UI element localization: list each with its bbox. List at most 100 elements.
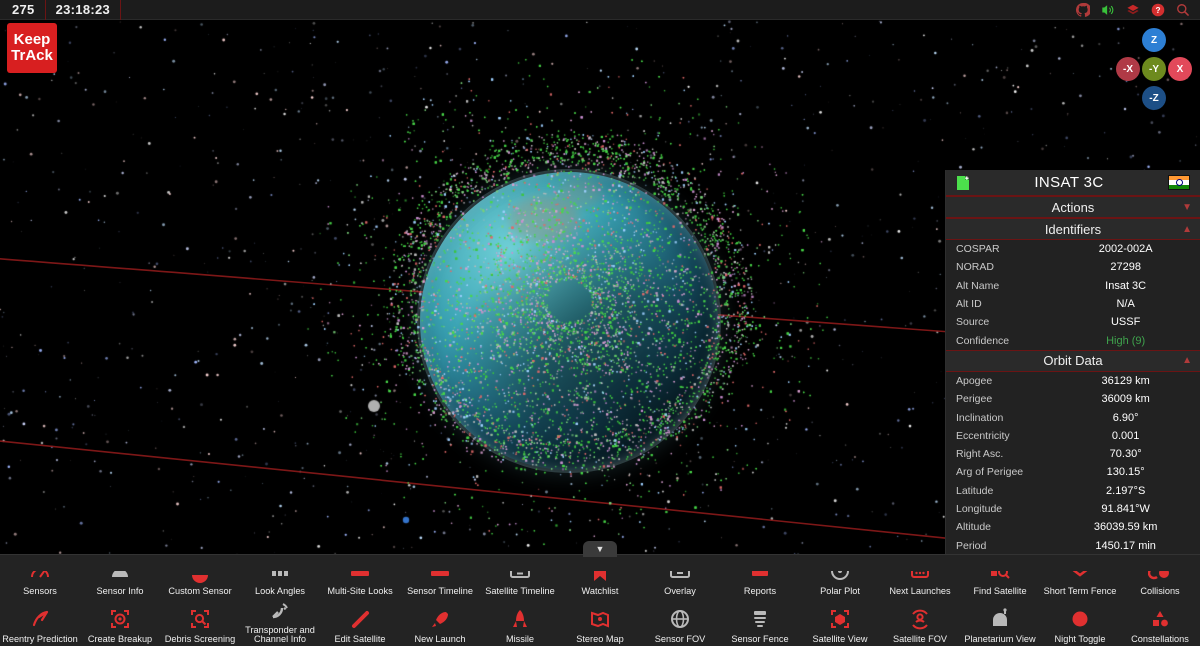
orbit-row: Latitude 2.197°S — [946, 482, 1200, 500]
toolbar-item-edit-satellite[interactable]: Edit Satellite — [320, 598, 400, 646]
toolbar-item-label: Stereo Map — [576, 634, 624, 645]
clock-time[interactable]: 23:18:23 — [46, 0, 122, 20]
app-logo[interactable]: Keep TrAck — [7, 23, 57, 73]
toolbar-item-constellations[interactable]: Constellations — [1120, 598, 1200, 646]
toolbar-item-label: Debris Screening — [164, 634, 236, 645]
toolbar-item-label: Find Satellite — [973, 586, 1027, 597]
overlay-icon — [668, 571, 692, 585]
axis-neg-y-button[interactable]: -Y — [1142, 57, 1166, 81]
add-note-icon[interactable] — [956, 175, 970, 191]
toolbar-item-stereo-map[interactable]: Stereo Map — [560, 598, 640, 646]
toolbar-item-find-satellite[interactable]: Find Satellite — [960, 558, 1040, 598]
orbit-row: Apogee 36129 km — [946, 372, 1200, 390]
toolbar-item-custom-sensor[interactable]: Custom Sensor — [160, 558, 240, 598]
toolbar-item-label: Polar Plot — [820, 586, 860, 597]
chevron-up-icon[interactable]: ▲ — [1182, 355, 1192, 366]
orbit-key: Eccentricity — [956, 429, 1010, 442]
orbit-key: Altitude — [956, 521, 992, 534]
toolbar-item-next-launches[interactable]: Next Launches — [880, 558, 960, 598]
orbit-key: Inclination — [956, 411, 1004, 424]
find-satellite-icon — [988, 571, 1012, 585]
toolbar-item-satellite-view[interactable]: Satellite View — [800, 598, 880, 646]
identifier-key: Alt ID — [956, 298, 982, 311]
toolbar-item-satellite-timeline[interactable]: Satellite Timeline — [480, 558, 560, 598]
identifier-value: Insat 3C — [1105, 279, 1147, 292]
toolbar-item-label: Multi-Site Looks — [327, 586, 393, 597]
toolbar-item-sensor-fov[interactable]: Sensor FOV — [640, 598, 720, 646]
toolbar-item-sensor-info[interactable]: Sensor Info — [80, 558, 160, 598]
toolbar-item-polar-plot[interactable]: Polar Plot — [800, 558, 880, 598]
chevron-up-icon[interactable]: ▲ — [1182, 224, 1192, 235]
orbit-value: 1450.17 min — [1095, 539, 1156, 552]
toolbar-item-multi-site-looks[interactable]: Multi-Site Looks — [320, 558, 400, 598]
search-icon[interactable] — [1176, 3, 1190, 17]
reports-icon — [748, 571, 772, 585]
identifier-row: Confidence High (9) — [946, 331, 1200, 349]
toolbar-item-sensor-fence[interactable]: Sensor Fence — [720, 598, 800, 646]
toolbar-item-watchlist[interactable]: Watchlist — [560, 558, 640, 598]
toolbar-item-night-toggle[interactable]: Night Toggle — [1040, 598, 1120, 646]
toolbar-item-missile[interactable]: Missile — [480, 598, 560, 646]
toolbar-item-create-breakup[interactable]: Create Breakup — [80, 598, 160, 646]
identifier-row: Source USSF — [946, 313, 1200, 331]
orbit-value: 36039.59 km — [1093, 521, 1158, 534]
section-orbit-data[interactable]: Orbit Data ▲ — [946, 349, 1200, 372]
svg-text:?: ? — [1155, 5, 1160, 15]
toolbar-item-collisions[interactable]: Collisions — [1120, 558, 1200, 598]
section-actions[interactable]: Actions ▼ — [946, 196, 1200, 218]
orbit-data-rows: Apogee 36129 km Perigee 36009 km Inclination… — [946, 371, 1200, 555]
identifier-key: Source — [956, 316, 990, 329]
sound-icon[interactable] — [1101, 3, 1115, 17]
axis-z-button[interactable]: Z — [1142, 28, 1166, 52]
constellations-icon — [1148, 605, 1172, 633]
top-status-bar: 275 23:18:23 ? — [0, 0, 1200, 20]
orbit-value: 2.197°S — [1106, 484, 1146, 497]
axis-x-button[interactable]: X — [1168, 57, 1192, 81]
toolbar-item-new-launch[interactable]: New Launch — [400, 598, 480, 646]
stereo-map-icon — [588, 605, 612, 633]
identifier-key: Confidence — [956, 334, 1010, 347]
toolbar-item-label: Night Toggle — [1054, 634, 1106, 645]
toolbar-item-label: Sensor Fence — [731, 634, 789, 645]
toolbar-item-sensors[interactable]: Sensors — [0, 558, 80, 598]
satellite-fov-icon — [908, 605, 932, 633]
axis-neg-x-button[interactable]: -X — [1116, 57, 1140, 81]
section-orbit-data-label: Orbit Data — [1043, 353, 1103, 369]
look-angles-icon — [268, 571, 292, 585]
toolbar-item-reentry-prediction[interactable]: Reentry Prediction — [0, 598, 80, 646]
toolbar-item-planetarium-view[interactable]: Planetarium View — [960, 598, 1040, 646]
section-identifiers[interactable]: Identifiers ▲ — [946, 218, 1200, 240]
identifier-value: 2002-002A — [1098, 243, 1153, 256]
toolbar-item-reports[interactable]: Reports — [720, 558, 800, 598]
short-term-fence-icon — [1068, 571, 1092, 585]
toolbar-item-transponder-and-channel-info[interactable]: Transponder and Channel Info — [240, 598, 320, 646]
toolbar-item-satellite-fov[interactable]: Satellite FOV — [880, 598, 960, 646]
night-toggle-icon — [1068, 605, 1092, 633]
axis-gizmo[interactable]: Z -X -Y X -Z — [1116, 28, 1192, 112]
chevron-down-icon[interactable]: ▼ — [1182, 202, 1192, 213]
github-icon[interactable] — [1076, 2, 1090, 17]
edit-satellite-icon — [348, 605, 372, 633]
toolbar-item-sensor-timeline[interactable]: Sensor Timeline — [400, 558, 480, 598]
identifier-key: NORAD — [956, 261, 994, 274]
missile-icon — [508, 605, 532, 633]
identifier-key: COSPAR — [956, 243, 1000, 256]
identifier-value: 27298 — [1110, 261, 1141, 274]
logo-line-1: Keep — [13, 31, 51, 49]
layers-icon[interactable] — [1126, 3, 1140, 17]
toolbar-item-short-term-fence[interactable]: Short Term Fence — [1040, 558, 1120, 598]
sensor-fence-icon — [748, 605, 772, 633]
orbit-value: 6.90° — [1112, 411, 1139, 424]
toolbar-item-label: Overlay — [664, 586, 696, 597]
toolbar-item-debris-screening[interactable]: Debris Screening — [160, 598, 240, 646]
toolbar-item-label: Satellite Timeline — [485, 586, 555, 597]
axis-neg-z-button[interactable]: -Z — [1142, 86, 1166, 110]
india-flag-icon — [1168, 175, 1190, 190]
orbit-key: Perigee — [956, 393, 993, 406]
sensor-info-icon — [108, 571, 132, 585]
toolbar-item-overlay[interactable]: Overlay — [640, 558, 720, 598]
toolbar-item-look-angles[interactable]: Look Angles — [240, 558, 320, 598]
help-icon[interactable]: ? — [1151, 3, 1165, 17]
toolbar-collapse-handle[interactable]: ▼ — [583, 541, 617, 557]
day-of-year[interactable]: 275 — [0, 0, 46, 20]
